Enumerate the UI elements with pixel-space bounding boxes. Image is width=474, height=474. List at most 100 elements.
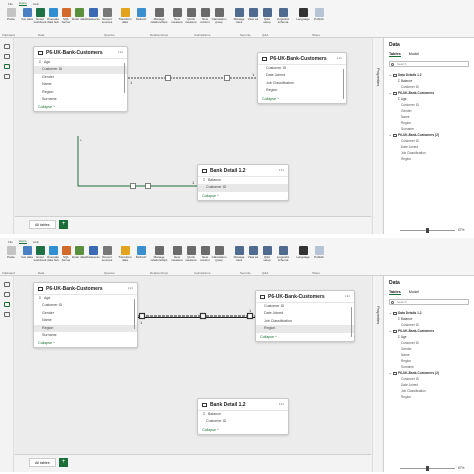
enter-data-button[interactable]: Enter data	[72, 246, 86, 272]
table-card-customers2[interactable]: P6-UK-Bank-Customers ··· Customer ID Date J…	[255, 290, 355, 342]
model-view-icon[interactable]	[4, 302, 10, 307]
table-view-icon[interactable]	[4, 292, 10, 297]
publish-button[interactable]: Publish	[312, 8, 326, 34]
excel-workbook-button[interactable]: Excel workbook	[33, 8, 47, 34]
model-view-icon[interactable]	[4, 64, 10, 69]
tab-model[interactable]: Model	[409, 52, 419, 57]
get-data-button[interactable]: Get data	[20, 8, 34, 34]
card-field[interactable]: Σ Balance	[198, 177, 288, 184]
more-options-icon[interactable]: ···	[345, 294, 350, 300]
language-button[interactable]: Language	[296, 8, 310, 34]
card-field[interactable]: Customer ID	[198, 184, 288, 192]
manage-relationships-button[interactable]: Manage relationships	[151, 246, 167, 272]
more-options-icon[interactable]: ···	[279, 168, 284, 174]
get-data-button[interactable]: Get data	[20, 246, 34, 272]
onelake-data-hub-button[interactable]: OneLake data hub	[46, 246, 60, 272]
card-field[interactable]: Σ Age	[34, 295, 137, 302]
card-field[interactable]: Date Joined	[256, 310, 354, 317]
collapse-link[interactable]: Collapse ^	[198, 192, 288, 200]
table-card-bank[interactable]: Bank Detail 1.2 ··· Σ Balance Customer ID Col…	[197, 398, 289, 435]
table-card-customers[interactable]: P6-UK-Bank-Customers ··· Σ Age Customer ID Ge…	[33, 46, 128, 113]
more-options-icon[interactable]: ···	[337, 56, 342, 62]
card-header[interactable]: Bank Detail 1.2 ···	[198, 399, 288, 411]
add-layout-button[interactable]: +	[59, 220, 68, 229]
card-header[interactable]: Bank Detail 1.2 ···	[198, 165, 288, 177]
tab-tables[interactable]: Tables	[389, 290, 401, 295]
card-field[interactable]: Name	[34, 81, 127, 88]
recent-sources-button[interactable]: Recent sources	[100, 8, 114, 34]
ribbon-tab-home[interactable]: Home	[18, 239, 27, 244]
quick-measure-button[interactable]: Quick measure	[184, 8, 198, 34]
zoom-slider-thumb[interactable]	[426, 228, 429, 233]
q-a-setup-button[interactable]: Q&A setup	[260, 8, 274, 34]
card-scrollbar[interactable]	[350, 307, 352, 337]
view-as-button[interactable]: View as	[246, 246, 260, 272]
language-button[interactable]: Language	[296, 246, 310, 272]
new-column-button[interactable]: New column	[198, 8, 212, 34]
card-field[interactable]: Region	[256, 325, 354, 333]
card-field[interactable]: Customer ID	[258, 65, 346, 72]
manage-relationships-button[interactable]: Manage relationships	[151, 8, 167, 34]
recent-sources-button[interactable]: Recent sources	[100, 246, 114, 272]
table-card-bank[interactable]: Bank Detail 1.2 ··· Σ Balance Customer ID Col…	[197, 164, 289, 201]
report-view-icon[interactable]	[4, 44, 10, 49]
add-layout-button[interactable]: +	[59, 458, 68, 467]
more-options-icon[interactable]: ···	[118, 50, 123, 56]
ribbon-tab-help[interactable]: Help	[33, 2, 39, 6]
publish-button[interactable]: Publish	[312, 246, 326, 272]
card-field[interactable]: Surname	[34, 96, 127, 103]
tab-tables[interactable]: Tables	[389, 52, 401, 57]
refresh-button[interactable]: Refresh	[134, 246, 148, 272]
dataverse-button[interactable]: Dataverse	[86, 8, 100, 34]
table-view-icon[interactable]	[4, 54, 10, 59]
card-header[interactable]: P6-UK-Bank-Customers ···	[34, 47, 127, 59]
paste-button[interactable]: Paste	[4, 8, 18, 34]
card-field[interactable]: Name	[34, 317, 137, 324]
card-field[interactable]: Customer ID	[34, 66, 127, 74]
enter-data-button[interactable]: Enter data	[72, 8, 86, 34]
onelake-data-hub-button[interactable]: OneLake data hub	[46, 8, 60, 34]
card-scrollbar[interactable]	[342, 69, 344, 99]
calculation-group-button[interactable]: Calculation group	[212, 8, 226, 34]
card-field[interactable]: Job Classification	[258, 80, 346, 87]
tree-field[interactable]: Region	[389, 394, 473, 400]
dax-query-view-icon[interactable]	[4, 74, 10, 79]
cross-filter-direction-icon[interactable]	[130, 183, 136, 189]
collapse-link[interactable]: Collapse ^	[256, 333, 354, 341]
card-field[interactable]: Σ Balance	[198, 411, 288, 418]
collapse-link[interactable]: Collapse ^	[34, 103, 127, 111]
data-search-input[interactable]: Search	[389, 61, 469, 67]
cross-filter-direction-icon[interactable]	[145, 183, 151, 189]
cross-filter-direction-icon[interactable]	[165, 75, 171, 81]
ribbon-tab-home[interactable]: Home	[18, 1, 27, 6]
refresh-button[interactable]: Refresh	[134, 8, 148, 34]
cross-filter-direction-icon[interactable]	[199, 312, 207, 320]
sql-server-button[interactable]: SQL Server	[59, 246, 73, 272]
card-field[interactable]: Region	[34, 89, 127, 96]
card-field[interactable]: Customer ID	[198, 418, 288, 425]
linguistic-schema-button[interactable]: Linguistic schema	[276, 8, 290, 34]
card-scrollbar[interactable]	[133, 299, 135, 329]
card-header[interactable]: P6-UK-Bank-Customers ···	[258, 53, 346, 65]
calculation-group-button[interactable]: Calculation group	[212, 246, 226, 272]
card-field[interactable]: Σ Age	[34, 59, 127, 66]
transform-data-button[interactable]: Transform data	[118, 8, 132, 34]
card-field[interactable]: Surname	[34, 332, 137, 339]
card-header[interactable]: P6-UK-Bank-Customers ···	[256, 291, 354, 303]
tab-model[interactable]: Model	[409, 290, 419, 295]
sql-server-button[interactable]: SQL Server	[59, 8, 73, 34]
card-field[interactable]: Region	[34, 324, 137, 332]
manage-roles-button[interactable]: Manage roles	[232, 8, 246, 34]
properties-tab[interactable]: Properties	[372, 38, 382, 234]
cross-filter-direction-icon[interactable]	[224, 75, 230, 81]
linguistic-schema-button[interactable]: Linguistic schema	[276, 246, 290, 272]
card-field[interactable]: Gender	[34, 74, 127, 81]
page-tab-all-tables[interactable]: All tables	[29, 458, 56, 467]
view-as-button[interactable]: View as	[246, 8, 260, 34]
collapse-link[interactable]: Collapse ^	[198, 426, 288, 434]
new-measure-button[interactable]: New measure	[170, 246, 184, 272]
card-field[interactable]: Date Joined	[258, 72, 346, 79]
card-field[interactable]: Gender	[34, 310, 137, 317]
manage-roles-button[interactable]: Manage roles	[232, 246, 246, 272]
more-options-icon[interactable]: ···	[128, 286, 133, 292]
